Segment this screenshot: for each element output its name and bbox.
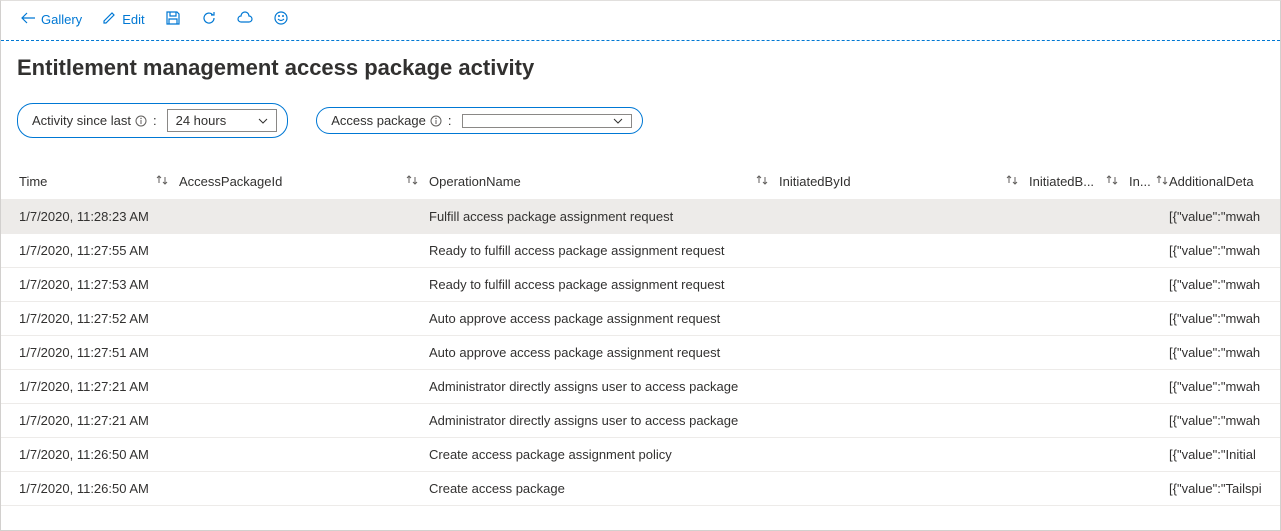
workbook-container: Gallery Edit En [0, 0, 1281, 531]
table-cell: Auto approve access package assignment r… [429, 345, 779, 360]
save-icon [165, 10, 181, 29]
table-cell: [{"value":"mwah [1169, 209, 1280, 224]
save-button[interactable] [157, 8, 189, 32]
sort-icon [155, 174, 179, 189]
sort-icon [1005, 174, 1029, 189]
table-row[interactable]: 1/7/2020, 11:28:23 AM Fulfill access pack… [1, 200, 1280, 234]
colon: : [153, 113, 157, 128]
table-cell: [{"value":"mwah [1169, 243, 1280, 258]
filters-row: Activity since last : 24 hours Access pa… [1, 85, 1280, 144]
table-body: 1/7/2020, 11:28:23 AM Fulfill access pack… [1, 200, 1280, 506]
table-cell: Ready to fulfill access package assignme… [429, 277, 779, 292]
toolbar: Gallery Edit [1, 1, 1280, 41]
table-row[interactable]: 1/7/2020, 11:27:21 AM Administrator direc… [1, 404, 1280, 438]
table-cell: 1/7/2020, 11:28:23 AM [19, 209, 179, 224]
table-row[interactable]: 1/7/2020, 11:27:53 AM Ready to fulfill ac… [1, 268, 1280, 302]
package-select[interactable] [462, 114, 632, 128]
table-row[interactable]: 1/7/2020, 11:26:50 AM Create access packa… [1, 438, 1280, 472]
share-button[interactable] [229, 8, 261, 32]
table-cell: Ready to fulfill access package assignme… [429, 243, 779, 258]
gallery-button[interactable]: Gallery [13, 8, 90, 31]
table-cell: [{"value":"mwah [1169, 345, 1280, 360]
edit-label: Edit [122, 12, 144, 27]
column-label: AccessPackageId [179, 174, 282, 189]
column-label: OperationName [429, 174, 521, 189]
smiley-icon [273, 10, 289, 29]
sort-icon [1155, 174, 1169, 189]
table-cell: 1/7/2020, 11:27:21 AM [19, 379, 179, 394]
table-cell: Administrator directly assigns user to a… [429, 379, 779, 394]
sort-icon [405, 174, 429, 189]
table-row[interactable]: 1/7/2020, 11:27:55 AM Ready to fulfill ac… [1, 234, 1280, 268]
table-cell: Create access package [429, 481, 779, 496]
package-filter[interactable]: Access package : [316, 107, 642, 134]
table-row[interactable]: 1/7/2020, 11:27:51 AM Auto approve access… [1, 336, 1280, 370]
table-cell: 1/7/2020, 11:27:52 AM [19, 311, 179, 326]
activity-table: Time AccessPackageId OperationName Initiate… [1, 164, 1280, 506]
column-label: In... [1129, 174, 1151, 189]
table-cell: Administrator directly assigns user to a… [429, 413, 779, 428]
chevron-down-icon [258, 118, 268, 124]
column-label: Time [19, 174, 47, 189]
table-cell: [{"value":"Tailspi [1169, 481, 1280, 496]
info-icon [135, 115, 147, 127]
table-cell: 1/7/2020, 11:27:21 AM [19, 413, 179, 428]
activity-select[interactable]: 24 hours [167, 109, 278, 132]
refresh-icon [201, 10, 217, 29]
column-label: InitiatedB... [1029, 174, 1094, 189]
table-cell: 1/7/2020, 11:27:51 AM [19, 345, 179, 360]
column-header[interactable]: InitiatedB... [1029, 174, 1129, 189]
column-header[interactable]: Time [19, 174, 179, 189]
table-cell: Fulfill access package assignment reques… [429, 209, 779, 224]
refresh-button[interactable] [193, 8, 225, 32]
sort-icon [755, 174, 779, 189]
sort-icon [1105, 174, 1129, 189]
pencil-icon [102, 11, 116, 28]
feedback-button[interactable] [265, 8, 297, 32]
cloud-icon [236, 11, 254, 28]
column-header[interactable]: AdditionalDeta [1169, 174, 1280, 189]
table-cell: [{"value":"Initial [1169, 447, 1280, 462]
table-row[interactable]: 1/7/2020, 11:27:52 AM Auto approve access… [1, 302, 1280, 336]
table-cell: [{"value":"mwah [1169, 277, 1280, 292]
package-filter-label: Access package [331, 113, 426, 128]
activity-value: 24 hours [176, 113, 227, 128]
edit-button[interactable]: Edit [94, 7, 152, 32]
column-header[interactable]: InitiatedById [779, 174, 1029, 189]
table-cell: 1/7/2020, 11:27:53 AM [19, 277, 179, 292]
activity-filter[interactable]: Activity since last : 24 hours [17, 103, 288, 138]
gallery-label: Gallery [41, 12, 82, 27]
column-header[interactable]: OperationName [429, 174, 779, 189]
column-header[interactable]: In... [1129, 174, 1169, 189]
column-label: AdditionalDeta [1169, 174, 1254, 189]
table-cell: 1/7/2020, 11:26:50 AM [19, 447, 179, 462]
table-cell: [{"value":"mwah [1169, 413, 1280, 428]
table-row[interactable]: 1/7/2020, 11:27:21 AM Administrator direc… [1, 370, 1280, 404]
info-icon [430, 115, 442, 127]
table-header: Time AccessPackageId OperationName Initiate… [1, 164, 1280, 200]
chevron-down-icon [613, 118, 623, 124]
table-cell: 1/7/2020, 11:26:50 AM [19, 481, 179, 496]
column-label: InitiatedById [779, 174, 851, 189]
back-arrow-icon [21, 12, 35, 27]
table-cell: 1/7/2020, 11:27:55 AM [19, 243, 179, 258]
page-title: Entitlement management access package ac… [1, 41, 1280, 85]
colon: : [448, 113, 452, 128]
table-cell: Create access package assignment policy [429, 447, 779, 462]
table-row[interactable]: 1/7/2020, 11:26:50 AM Create access packa… [1, 472, 1280, 506]
activity-filter-label: Activity since last [32, 113, 131, 128]
table-cell: [{"value":"mwah [1169, 311, 1280, 326]
table-cell: [{"value":"mwah [1169, 379, 1280, 394]
table-cell: Auto approve access package assignment r… [429, 311, 779, 326]
column-header[interactable]: AccessPackageId [179, 174, 429, 189]
